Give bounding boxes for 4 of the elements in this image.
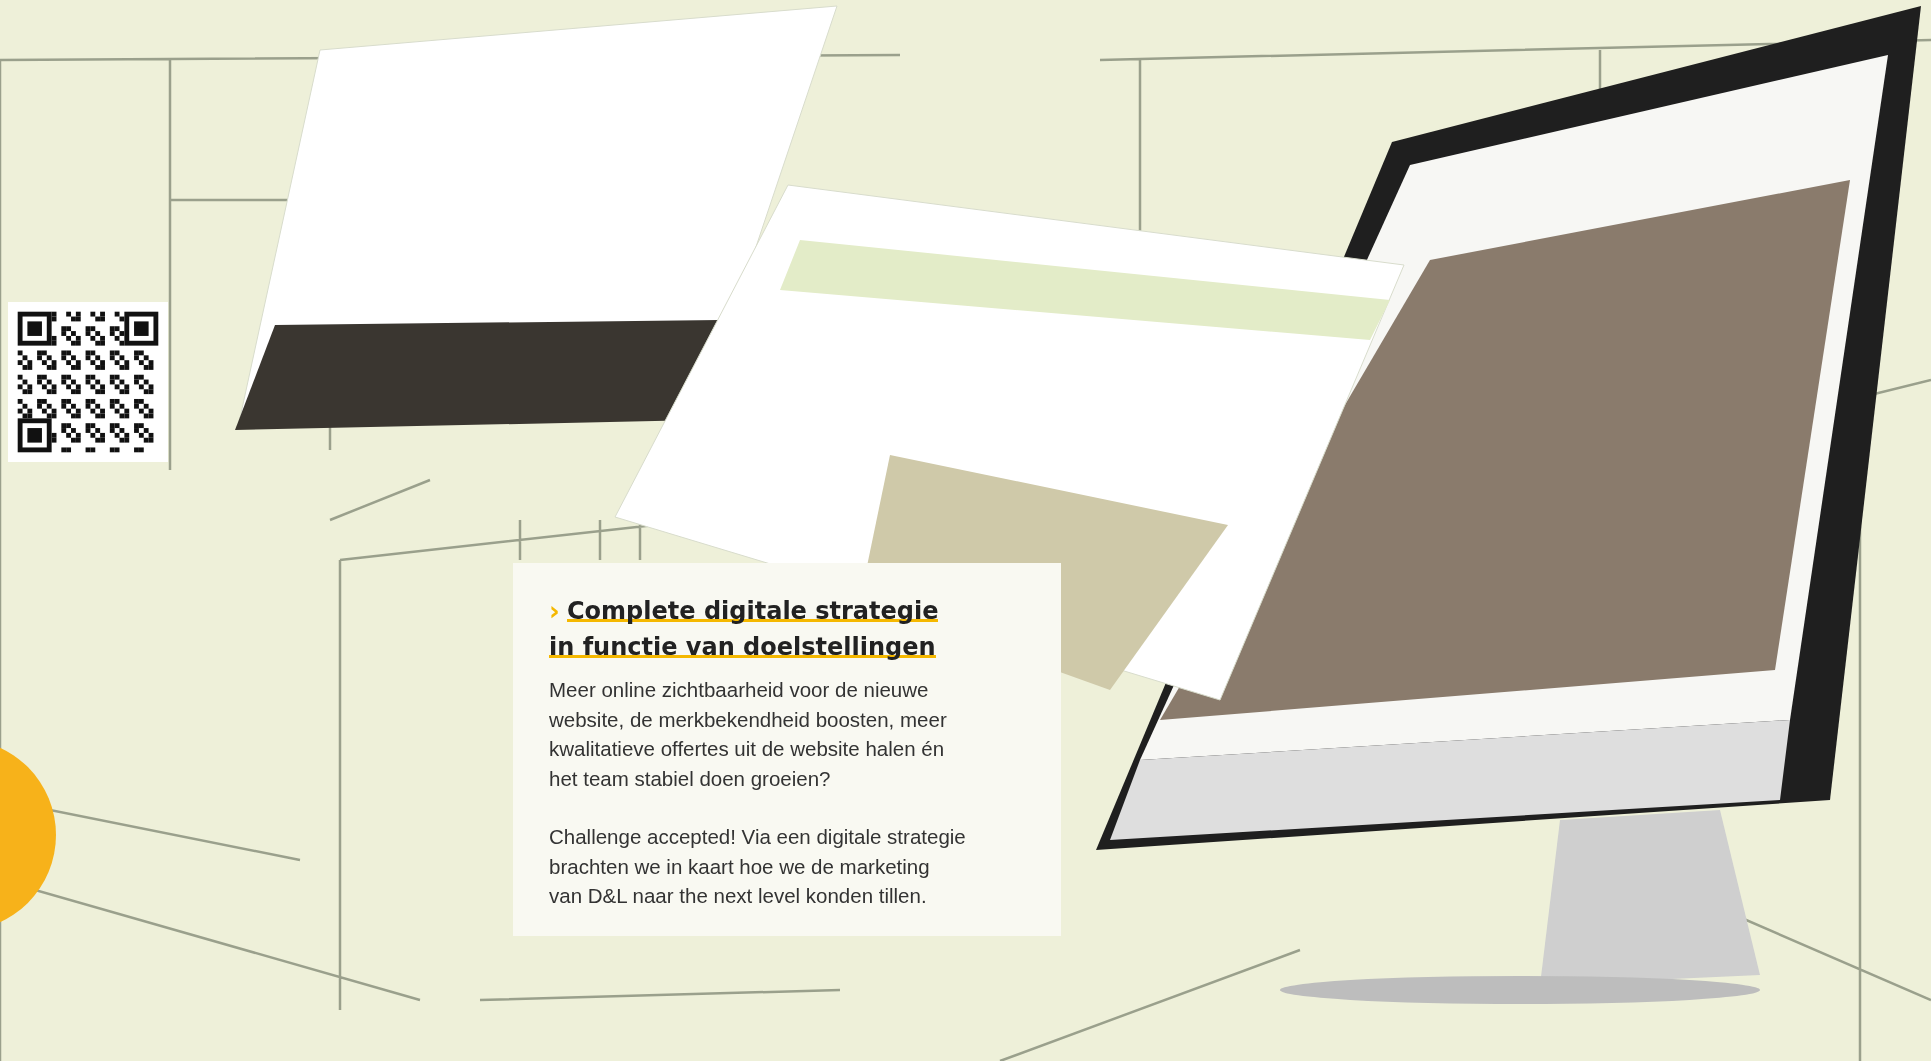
card-paragraph: Meer online zichtbaarheid voor de nieuwe website, de merkbekendheid boosten, meer kwalitatieve offertes uit de website halen én het team stabiel doen groeien? <box>549 677 948 792</box>
qr-code-icon <box>8 302 168 462</box>
card-paragraph: Challenge accepted! Via een digitale strategie brachten we in kaart hoe we de marketing van D&L naar the next level konden tillen. <box>549 824 967 909</box>
heading-marker: › <box>549 595 560 628</box>
